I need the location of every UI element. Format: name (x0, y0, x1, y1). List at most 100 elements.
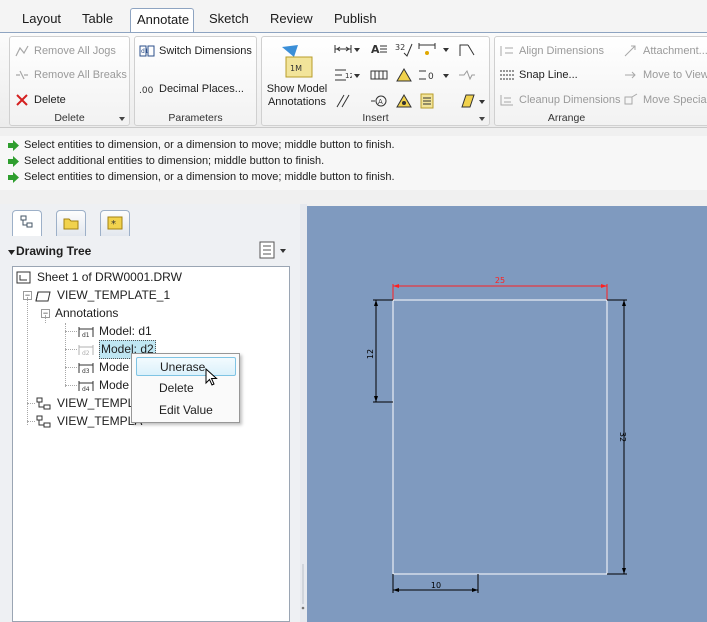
group-insert-expand-icon[interactable] (479, 117, 485, 121)
tab-favorites[interactable]: * (100, 210, 130, 236)
cleanup-dimensions-icon (499, 93, 515, 107)
tab-annotate[interactable]: Annotate (130, 8, 194, 33)
svg-text:A: A (378, 98, 383, 106)
tree-node-label: Sheet 1 of DRW0001.DRW (37, 270, 182, 284)
tolerance-tool-icon[interactable]: 32 (395, 41, 413, 57)
tree-node-view-template-3[interactable]: VIEW_TEMPLA (35, 413, 142, 430)
tree-node-label: Mode (99, 360, 130, 374)
dimension-top-value: 25 (495, 276, 505, 285)
view-icon (35, 289, 53, 303)
ordinate-dimension-icon[interactable] (418, 41, 436, 57)
baseline-dimension-icon[interactable]: 12 (334, 67, 354, 83)
svg-text:d3: d3 (82, 368, 90, 375)
tree-node-label: VIEW_TEMPLA (57, 414, 143, 428)
tree-node-model-d1[interactable]: d1 Model: d1 (77, 323, 152, 340)
menu-item-edit-value[interactable]: Edit Value (136, 401, 236, 420)
decimal-places-icon: .00 (139, 82, 155, 96)
sheet-rectangle[interactable] (392, 299, 608, 575)
drawing-canvas[interactable]: 25 12 32 10 (307, 206, 707, 622)
dimension-bottom[interactable]: 10 (392, 574, 479, 593)
jog-tool-icon[interactable] (458, 67, 476, 83)
svg-text:A: A (371, 43, 380, 56)
menu-item-delete[interactable]: Delete (136, 379, 236, 398)
move-to-view-button[interactable]: Move to View (623, 65, 707, 85)
move-to-view-label: Move to View (643, 69, 707, 81)
dimension-tool-icon[interactable] (334, 41, 352, 57)
move-special-label: Move Special (643, 94, 707, 106)
group-insert-label: Insert (362, 112, 389, 124)
tab-layout[interactable]: Layout (16, 8, 67, 33)
attachment-icon (623, 44, 639, 58)
drawing-sheet-graphics: 25 12 32 10 (366, 276, 627, 593)
tree-node-annotations[interactable]: Annotations (55, 305, 118, 322)
tab-folder-browser[interactable] (56, 210, 86, 236)
menu-item-unerase[interactable]: Unerase (136, 357, 236, 376)
decimal-places-button[interactable]: .00 Decimal Places... (139, 79, 244, 99)
datum-feature-icon[interactable] (370, 67, 388, 83)
remove-all-breaks-label: Remove All Breaks (34, 69, 127, 81)
svg-text:12: 12 (345, 72, 352, 80)
symbol-gallery-icon[interactable] (458, 93, 476, 109)
align-dimensions-label: Align Dimensions (519, 45, 604, 57)
tree-node-sheet[interactable]: Sheet 1 of DRW0001.DRW (15, 269, 182, 286)
remove-all-breaks-button[interactable]: Remove All Breaks (14, 65, 127, 85)
tree-node-view-template-2[interactable]: VIEW_TEMPLA (35, 395, 142, 412)
decimal-places-label: Decimal Places... (159, 83, 244, 95)
dimension-left[interactable]: 12 (366, 299, 393, 403)
attachment-button[interactable]: Attachment... (623, 41, 707, 61)
tab-publish[interactable]: Publish (328, 8, 383, 33)
switch-dimensions-button[interactable]: d1 Switch Dimensions (139, 41, 252, 61)
show-model-annotations-button[interactable]: 1M Show Model Annotations (264, 39, 330, 111)
zero-ordinate-icon[interactable]: 0 (418, 67, 436, 83)
message-line: Select entities to dimension, or a dimen… (8, 169, 395, 185)
tab-review[interactable]: Review (264, 8, 319, 33)
snap-line-button[interactable]: Snap Line... (499, 65, 578, 85)
symbol-dropdown[interactable] (479, 100, 485, 104)
dimension-right[interactable]: 32 (607, 299, 627, 575)
align-dimensions-button[interactable]: Align Dimensions (499, 41, 604, 61)
stack-annotation-icon[interactable] (418, 93, 436, 109)
panel-splitter[interactable] (300, 204, 307, 622)
tree-node-model-d4[interactable]: d4 Mode (77, 377, 129, 394)
svg-text:d1: d1 (82, 332, 90, 339)
group-delete-label: Delete (54, 112, 85, 124)
show-model-line2: Annotations (267, 96, 327, 108)
tree-settings-button[interactable] (258, 240, 290, 262)
cleanup-dimensions-button[interactable]: Cleanup Dimensions (499, 90, 621, 110)
remove-all-jogs-button[interactable]: Remove All Jogs (14, 41, 116, 61)
group-delete-expand-icon[interactable] (119, 117, 125, 121)
tree-node-label: Annotations (55, 306, 119, 320)
align-dimensions-icon (499, 44, 515, 58)
collapse-triangle-icon[interactable] (8, 249, 16, 257)
break-tool-icon[interactable] (334, 93, 352, 109)
weld-symbol-icon[interactable] (395, 93, 413, 109)
switch-dimensions-label: Switch Dimensions (159, 45, 252, 57)
svg-text:.00: .00 (139, 86, 154, 96)
tab-sketch[interactable]: Sketch (203, 8, 255, 33)
remove-jogs-icon (14, 44, 30, 58)
surface-finish-icon[interactable] (395, 67, 413, 83)
circle-symbol-icon[interactable]: A (370, 93, 388, 109)
dimension-top[interactable]: 25 (392, 276, 608, 300)
dimension-right-value: 32 (618, 432, 627, 442)
tab-table[interactable]: Table (76, 8, 119, 33)
dimension-left-value: 12 (366, 349, 375, 359)
leader-tool-icon[interactable] (458, 41, 476, 57)
tree-node-view-template-1[interactable]: VIEW_TEMPLATE_1 (35, 287, 170, 304)
delete-button[interactable]: Delete (14, 90, 66, 110)
tab-model-tree[interactable] (12, 210, 42, 236)
svg-text:0: 0 (428, 72, 434, 82)
green-arrow-icon (8, 139, 19, 151)
move-special-button[interactable]: Move Special (623, 90, 707, 110)
creo-drawing-window: Layout Table Annotate Sketch Review Publ… (0, 0, 707, 622)
delete-label: Delete (34, 94, 66, 106)
ordinate-dropdown[interactable] (443, 48, 449, 52)
tree-node-model-d3[interactable]: d3 Mode (77, 359, 129, 376)
green-arrow-icon (8, 155, 19, 167)
svg-text:1M: 1M (290, 64, 302, 73)
dimension-tool-dropdown[interactable] (354, 48, 360, 52)
note-tool-icon[interactable]: A (370, 41, 388, 57)
zero-ordinate-dropdown[interactable] (443, 74, 449, 78)
attachment-label: Attachment... (643, 45, 707, 57)
baseline-dropdown[interactable] (354, 74, 360, 78)
